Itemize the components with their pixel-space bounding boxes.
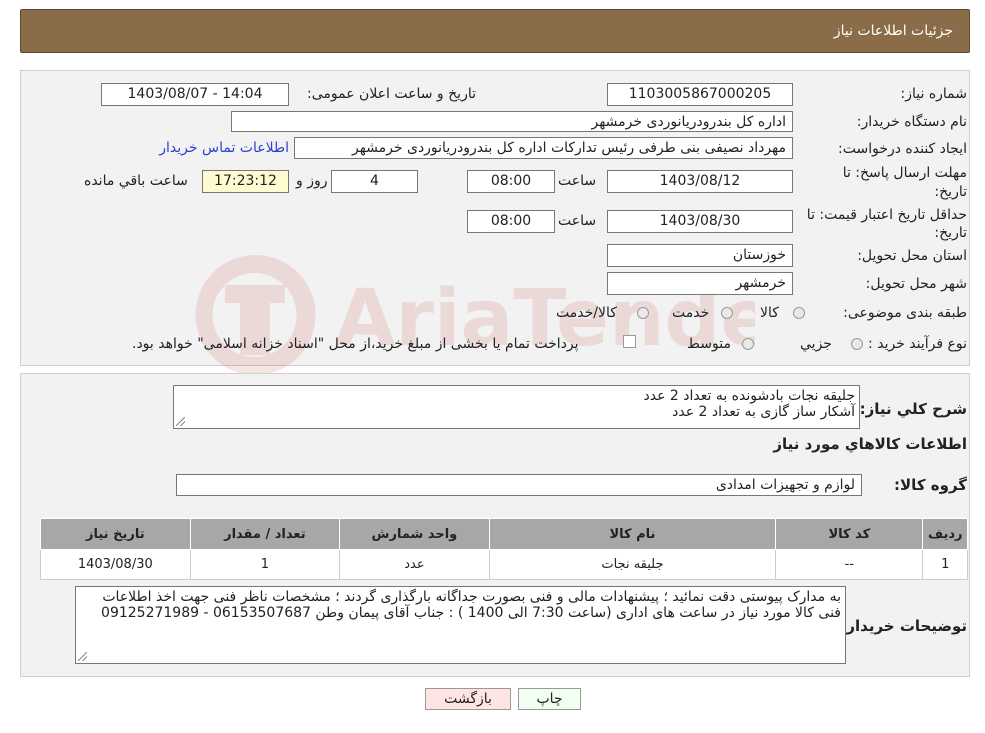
col-row: ردیف: [922, 518, 968, 550]
validity-label: حداقل تاریخ اعتبار قیمت: تا: [806, 207, 967, 223]
back-button[interactable]: بازگشت: [425, 688, 511, 710]
category-option-goods: کالا: [760, 305, 779, 321]
validity-date-field: 1403/08/30: [607, 210, 793, 233]
process-option-medium: متوسط: [687, 336, 731, 352]
buyer-notes-textarea[interactable]: به مدارک پیوستی دقت نمائید ؛ پیشنهادات م…: [75, 586, 846, 664]
days-label: روز و: [296, 173, 328, 189]
validity-label-date: تاریخ:: [934, 225, 967, 241]
process-radio-medium[interactable]: [742, 338, 754, 350]
goods-group-label: گروه کالا:: [894, 476, 967, 494]
cell-need-date: 1403/08/30: [40, 549, 191, 580]
category-radio-goods-service[interactable]: [637, 307, 649, 319]
announce-date-field: 1403/08/07 - 14:04: [101, 83, 289, 106]
buyer-contact-link[interactable]: اطلاعات تماس خریدار: [159, 140, 289, 156]
buyer-notes-text: به مدارک پیوستی دقت نمائید ؛ پیشنهادات م…: [101, 589, 841, 621]
category-radio-service[interactable]: [721, 307, 733, 319]
creator-label: ایجاد کننده درخواست:: [838, 141, 967, 157]
validity-time-field: 08:00: [467, 210, 555, 233]
cell-name: جلیقه نجات: [488, 549, 777, 580]
process-option-minor: جزیي: [800, 336, 832, 352]
creator-field: مهرداد نصیفی بنی طرفی رئیس تداركات اداره…: [294, 137, 793, 159]
cell-row: 1: [922, 549, 968, 580]
col-need-date: تاریخ نیاز: [40, 518, 191, 550]
goods-section-title: اطلاعات کالاهاي مورد نياز: [773, 435, 967, 453]
deadline-label: مهلت ارسال پاسخ: تا: [842, 165, 967, 181]
description-textarea[interactable]: جلیقه نجات بادشونده به تعداد 2 عدد آشکار…: [173, 385, 860, 429]
need-number-label: شماره نیاز:: [900, 86, 968, 102]
print-button[interactable]: چاپ: [518, 688, 581, 710]
cell-code: --: [775, 549, 924, 580]
payment-note: پرداخت تمام یا بخشی از مبلغ خرید،از محل …: [132, 336, 579, 352]
category-option-goods-service: کالا/خدمت: [556, 305, 617, 321]
col-code: کد کالا: [775, 518, 924, 550]
deadline-label-date: تاریخ:: [934, 184, 967, 200]
col-name: نام کالا: [488, 518, 777, 550]
col-quantity: تعداد / مقدار: [189, 518, 341, 550]
province-label: استان محل تحویل:: [857, 248, 967, 264]
cell-unit: عدد: [339, 549, 490, 580]
announce-date-label: تاریخ و ساعت اعلان عمومی:: [307, 86, 476, 102]
description-line-2: آشکار ساز گازی به تعداد 2 عدد: [672, 404, 855, 420]
process-label: نوع فرآیند خرید :: [868, 336, 967, 352]
description-line-1: جلیقه نجات بادشونده به تعداد 2 عدد: [643, 388, 855, 404]
description-label: شرح کلي نياز:: [859, 400, 967, 418]
resize-grip-icon[interactable]: [176, 417, 185, 426]
buyer-notes-label: توضیحات خریدار:: [840, 617, 967, 635]
cell-quantity: 1: [189, 549, 341, 580]
days-remaining-field: 4: [331, 170, 418, 193]
process-radio-minor[interactable]: [851, 338, 863, 350]
page-header: جزئیات اطلاعات نیاز: [20, 9, 970, 53]
province-field: خوزستان: [607, 244, 793, 267]
goods-group-field: لوازم و تجهیزات امدادی: [176, 474, 862, 496]
remaining-time-field: 17:23:12: [202, 170, 289, 193]
category-option-service: خدمت: [672, 305, 710, 321]
treasury-checkbox[interactable]: [623, 335, 636, 348]
resize-grip-icon[interactable]: [78, 652, 87, 661]
category-radio-goods[interactable]: [793, 307, 805, 319]
buyer-org-field: اداره کل بندرودریانوردی خرمشهر: [231, 111, 793, 132]
city-label: شهر محل تحویل:: [865, 276, 967, 292]
category-label: طبقه بندی موضوعی:: [843, 305, 967, 321]
deadline-time-field: 08:00: [467, 170, 555, 193]
items-table-header-row: ردیف کد کالا نام کالا واحد شمارش تعداد /…: [40, 518, 968, 550]
page-title: جزئیات اطلاعات نیاز: [833, 23, 953, 39]
need-number-field: 1103005867000205: [607, 83, 793, 106]
remaining-label: ساعت باقي مانده: [84, 173, 188, 189]
items-table: ردیف کد کالا نام کالا واحد شمارش تعداد /…: [40, 518, 968, 580]
col-unit: واحد شمارش: [339, 518, 490, 550]
deadline-date-field: 1403/08/12: [607, 170, 793, 193]
buyer-org-label: نام دستگاه خریدار:: [856, 114, 967, 130]
validity-time-label: ساعت: [558, 213, 597, 229]
deadline-time-label: ساعت: [558, 173, 597, 189]
city-field: خرمشهر: [607, 272, 793, 295]
table-row: 1 -- جلیقه نجات عدد 1 1403/08/30: [40, 549, 968, 580]
